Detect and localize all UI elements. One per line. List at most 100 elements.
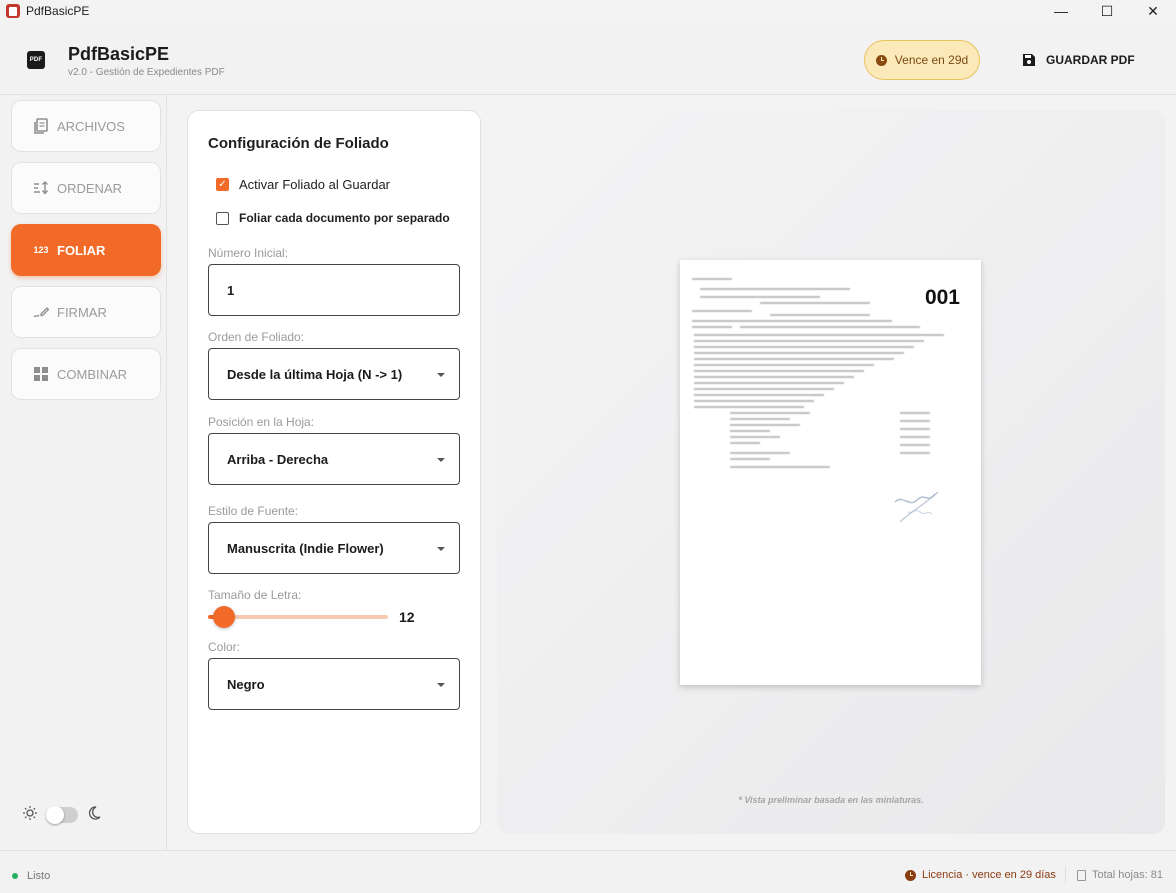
document-text-line (694, 370, 864, 372)
separate-documents-checkbox[interactable]: Foliar cada documento por separado (216, 211, 450, 225)
document-text-line (694, 334, 944, 336)
checkbox-empty-icon (216, 211, 229, 225)
document-text-line (694, 388, 834, 390)
app-header: PDF PdfBasicPE v2.0 - Gestión de Expedie… (0, 22, 1176, 95)
window-title: PdfBasicPE (26, 4, 90, 18)
color-select[interactable]: Negro (208, 658, 460, 710)
sidebar-item-archivos[interactable]: ARCHIVOS (11, 100, 161, 152)
sidebar-item-combinar[interactable]: COMBINAR (11, 348, 161, 400)
chevron-down-icon (437, 373, 445, 377)
minimize-button[interactable]: — (1038, 0, 1084, 22)
checkmark-icon: ✓ (216, 178, 229, 191)
sidebar-item-label: ARCHIVOS (57, 118, 125, 134)
document-text-line (900, 452, 930, 454)
document-text-line (700, 288, 850, 290)
position-value: Arriba - Derecha (227, 451, 329, 467)
font-style-value: Manuscrita (Indie Flower) (227, 540, 384, 556)
position-select[interactable]: Arriba - Derecha (208, 433, 460, 485)
order-label: Orden de Foliado: (208, 330, 305, 344)
chevron-down-icon (437, 547, 445, 551)
document-text-line (692, 278, 732, 280)
document-text-line (900, 444, 930, 446)
document-text-line (900, 428, 930, 430)
sidebar: ARCHIVOS ORDENAR 123 FOLIAR FIRMAR COMBI… (0, 95, 167, 850)
sidebar-item-firmar[interactable]: FIRMAR (11, 286, 161, 338)
sidebar-item-foliar[interactable]: 123 FOLIAR (11, 224, 161, 276)
files-icon (33, 118, 49, 134)
window-titlebar: PdfBasicPE — ☐ ✕ (0, 0, 1176, 22)
start-number-value: 1 (227, 282, 235, 298)
font-style-label: Estilo de Fuente: (208, 504, 299, 518)
chevron-down-icon (437, 683, 445, 687)
position-label: Posición en la Hoja: (208, 415, 315, 429)
document-text-line (692, 320, 892, 322)
document-text-line (694, 364, 874, 366)
pdf-logo-icon: PDF (27, 51, 45, 69)
color-label: Color: (208, 640, 241, 654)
status-divider (1065, 867, 1066, 883)
document-text-line (730, 424, 800, 426)
status-dot-icon (12, 873, 18, 879)
grid-icon (33, 367, 49, 381)
app-icon (6, 4, 20, 18)
sidebar-item-label: ORDENAR (57, 180, 123, 196)
status-bar: Listo Licencia · vence en 29 días Total … (0, 850, 1176, 893)
ready-label: Listo (27, 870, 51, 882)
sidebar-item-ordenar[interactable]: ORDENAR (11, 162, 161, 214)
document-text-line (760, 302, 870, 304)
document-text-line (740, 326, 920, 328)
signature-stamp (894, 491, 939, 523)
order-select[interactable]: Desde la última Hoja (N -> 1) (208, 348, 460, 400)
document-text-line (694, 346, 914, 348)
activate-foliado-checkbox[interactable]: ✓ Activar Foliado al Guardar (216, 177, 390, 192)
save-icon (1023, 54, 1035, 66)
document-text-line (692, 310, 752, 312)
close-button[interactable]: ✕ (1130, 0, 1176, 22)
app-name: PdfBasicPE (68, 44, 170, 64)
maximize-button[interactable]: ☐ (1084, 0, 1130, 22)
slider-thumb[interactable] (213, 606, 236, 628)
document-text-line (730, 442, 760, 444)
theme-toggle[interactable] (46, 805, 78, 824)
numbering-icon: 123 (33, 245, 49, 255)
document-text-line (730, 418, 790, 420)
document-text-line (694, 400, 814, 402)
font-size-value: 12 (399, 609, 415, 625)
moon-icon (86, 805, 102, 824)
page-preview: 001 (680, 260, 981, 685)
order-value: Desde la última Hoja (N -> 1) (227, 366, 403, 382)
document-text-line (730, 412, 810, 414)
document-text-line (900, 412, 930, 414)
sort-icon (33, 181, 49, 195)
license-status: Licencia · vence en 29 días (905, 869, 1056, 881)
document-text-line (694, 406, 804, 408)
panel-title: Configuración de Foliado (208, 135, 389, 152)
sidebar-item-label: FIRMAR (57, 304, 107, 320)
document-text-line (900, 420, 930, 422)
document-text-line (694, 394, 824, 396)
start-number-input[interactable]: 1 (208, 264, 460, 316)
save-pdf-button[interactable]: GUARDAR PDF (1012, 44, 1145, 76)
ready-status: Listo (12, 870, 50, 882)
document-text-line (770, 314, 870, 316)
document-text-line (730, 466, 830, 468)
font-size-slider[interactable] (208, 606, 388, 628)
font-size-label: Tamaño de Letra: (208, 588, 302, 602)
separate-documents-label: Foliar cada documento por separado (239, 211, 450, 225)
document-text-line (700, 296, 820, 298)
expiry-badge: Vence en 29d (864, 40, 980, 80)
preview-note: * Vista preliminar basada en las miniatu… (738, 795, 924, 805)
chevron-down-icon (437, 458, 445, 462)
sidebar-item-label: FOLIAR (57, 242, 106, 258)
document-text-line (694, 382, 844, 384)
license-label: Licencia · vence en 29 días (922, 869, 1056, 881)
start-number-label: Número Inicial: (208, 246, 289, 260)
folio-number: 001 (924, 286, 960, 309)
font-style-select[interactable]: Manuscrita (Indie Flower) (208, 522, 460, 574)
total-pages-label: Total hojas: 81 (1092, 869, 1163, 881)
document-text-line (730, 430, 770, 432)
signature-icon (33, 305, 49, 319)
document-icon (1077, 869, 1086, 881)
expiry-badge-label: Vence en 29d (894, 53, 969, 67)
document-text-line (900, 436, 930, 438)
